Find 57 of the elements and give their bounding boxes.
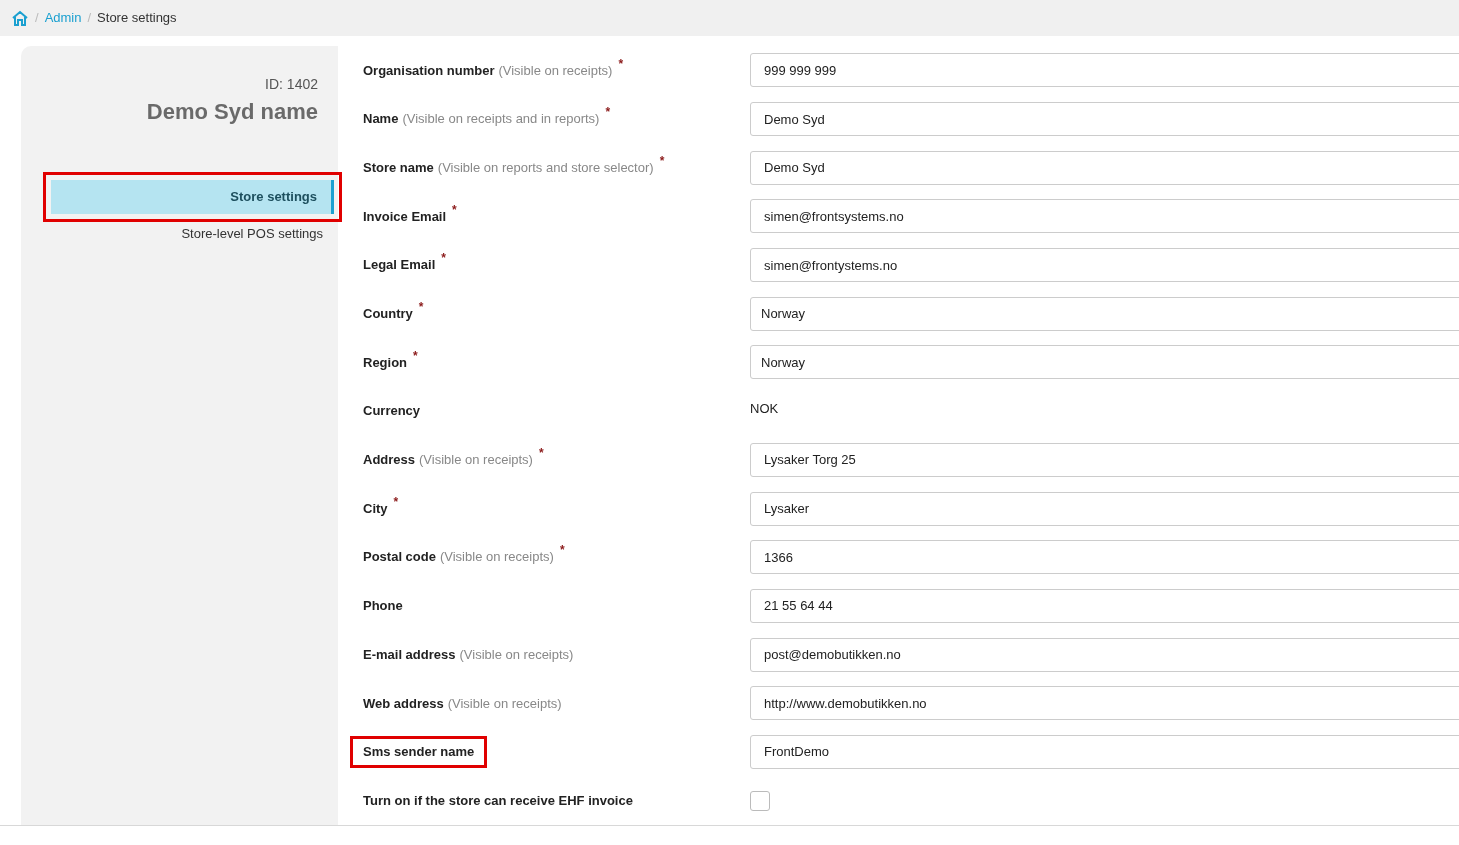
input-field[interactable]: Demo Syd [750, 150, 1459, 185]
input-field[interactable]: simen@frontystems.no [750, 248, 1459, 283]
input-field[interactable]: post@demobutikken.no [750, 637, 1459, 672]
input-field[interactable]: 999 999 999 [750, 53, 1459, 88]
required-asterisk: * [393, 493, 399, 511]
store-id: ID: 1402 [265, 75, 319, 94]
field-label: Invoice Email [363, 207, 447, 226]
field-label: Phone [363, 597, 403, 616]
field-label: Currency [363, 402, 421, 421]
field-label: Turn on if the store can receive EHF invoice [363, 791, 633, 810]
required-asterisk: * [559, 542, 565, 560]
required-asterisk: * [618, 55, 624, 73]
input-field[interactable]: Demo Syd [750, 102, 1459, 137]
required-asterisk: * [452, 201, 457, 219]
input-field[interactable]: 21 55 64 44 [750, 588, 1459, 623]
input-field[interactable]: 1366 [750, 540, 1459, 575]
field-value: NOK [750, 400, 779, 419]
field-hint: (Visible on reports and store selector) [437, 158, 654, 177]
required-asterisk: * [605, 104, 611, 122]
select-field[interactable]: Norway [750, 345, 1459, 380]
field-label: E-mail address [363, 645, 456, 664]
field-label: Region [363, 353, 408, 372]
input-field[interactable]: Lysaker Torg 25 [750, 442, 1459, 477]
field-hint: (Visible on receipts) [419, 451, 533, 470]
required-asterisk: * [538, 445, 544, 463]
field-hint: (Visible on receipts) [439, 548, 554, 567]
input-field[interactable]: Lysaker [750, 491, 1459, 526]
store-title: Demo Syd name [146, 98, 319, 126]
breadcrumb-separator: / [35, 9, 39, 28]
field-label: Postal code [363, 548, 436, 567]
required-asterisk: * [413, 347, 418, 365]
input-field[interactable]: http://www.demobutikken.no [750, 686, 1459, 721]
field-hint: (Visible on receipts) [447, 694, 562, 713]
field-label: Organisation number [363, 61, 495, 80]
field-label: Name [363, 110, 399, 129]
select-field[interactable]: Norway [750, 296, 1459, 331]
home-icon[interactable] [11, 10, 29, 26]
breadcrumb-separator: / [87, 9, 92, 28]
required-asterisk: * [659, 152, 665, 170]
field-label: Address [363, 451, 416, 470]
field-hint: (Visible on receipts) [498, 61, 613, 80]
sidebar-nav-item[interactable]: Store settings [51, 180, 334, 214]
field-hint: (Visible on receipts) [459, 645, 574, 664]
input-field[interactable]: simen@frontsystems.no [750, 199, 1459, 234]
input-field[interactable]: FrontDemo [750, 734, 1459, 769]
required-asterisk: * [418, 299, 424, 317]
breadcrumb-current: Store settings [97, 9, 177, 28]
field-label: Legal Email [363, 256, 436, 275]
required-asterisk: * [441, 250, 446, 268]
field-label: Country [363, 305, 413, 324]
field-label: City [363, 499, 388, 518]
sidebar-nav-item[interactable]: Store-level POS settings [51, 221, 334, 245]
field-label: Sms sender name [363, 743, 475, 762]
field-label: Web address [363, 694, 444, 713]
checkbox[interactable] [750, 790, 770, 811]
field-hint: (Visible on receipts and in reports) [402, 110, 600, 129]
field-label: Store name [363, 158, 434, 177]
